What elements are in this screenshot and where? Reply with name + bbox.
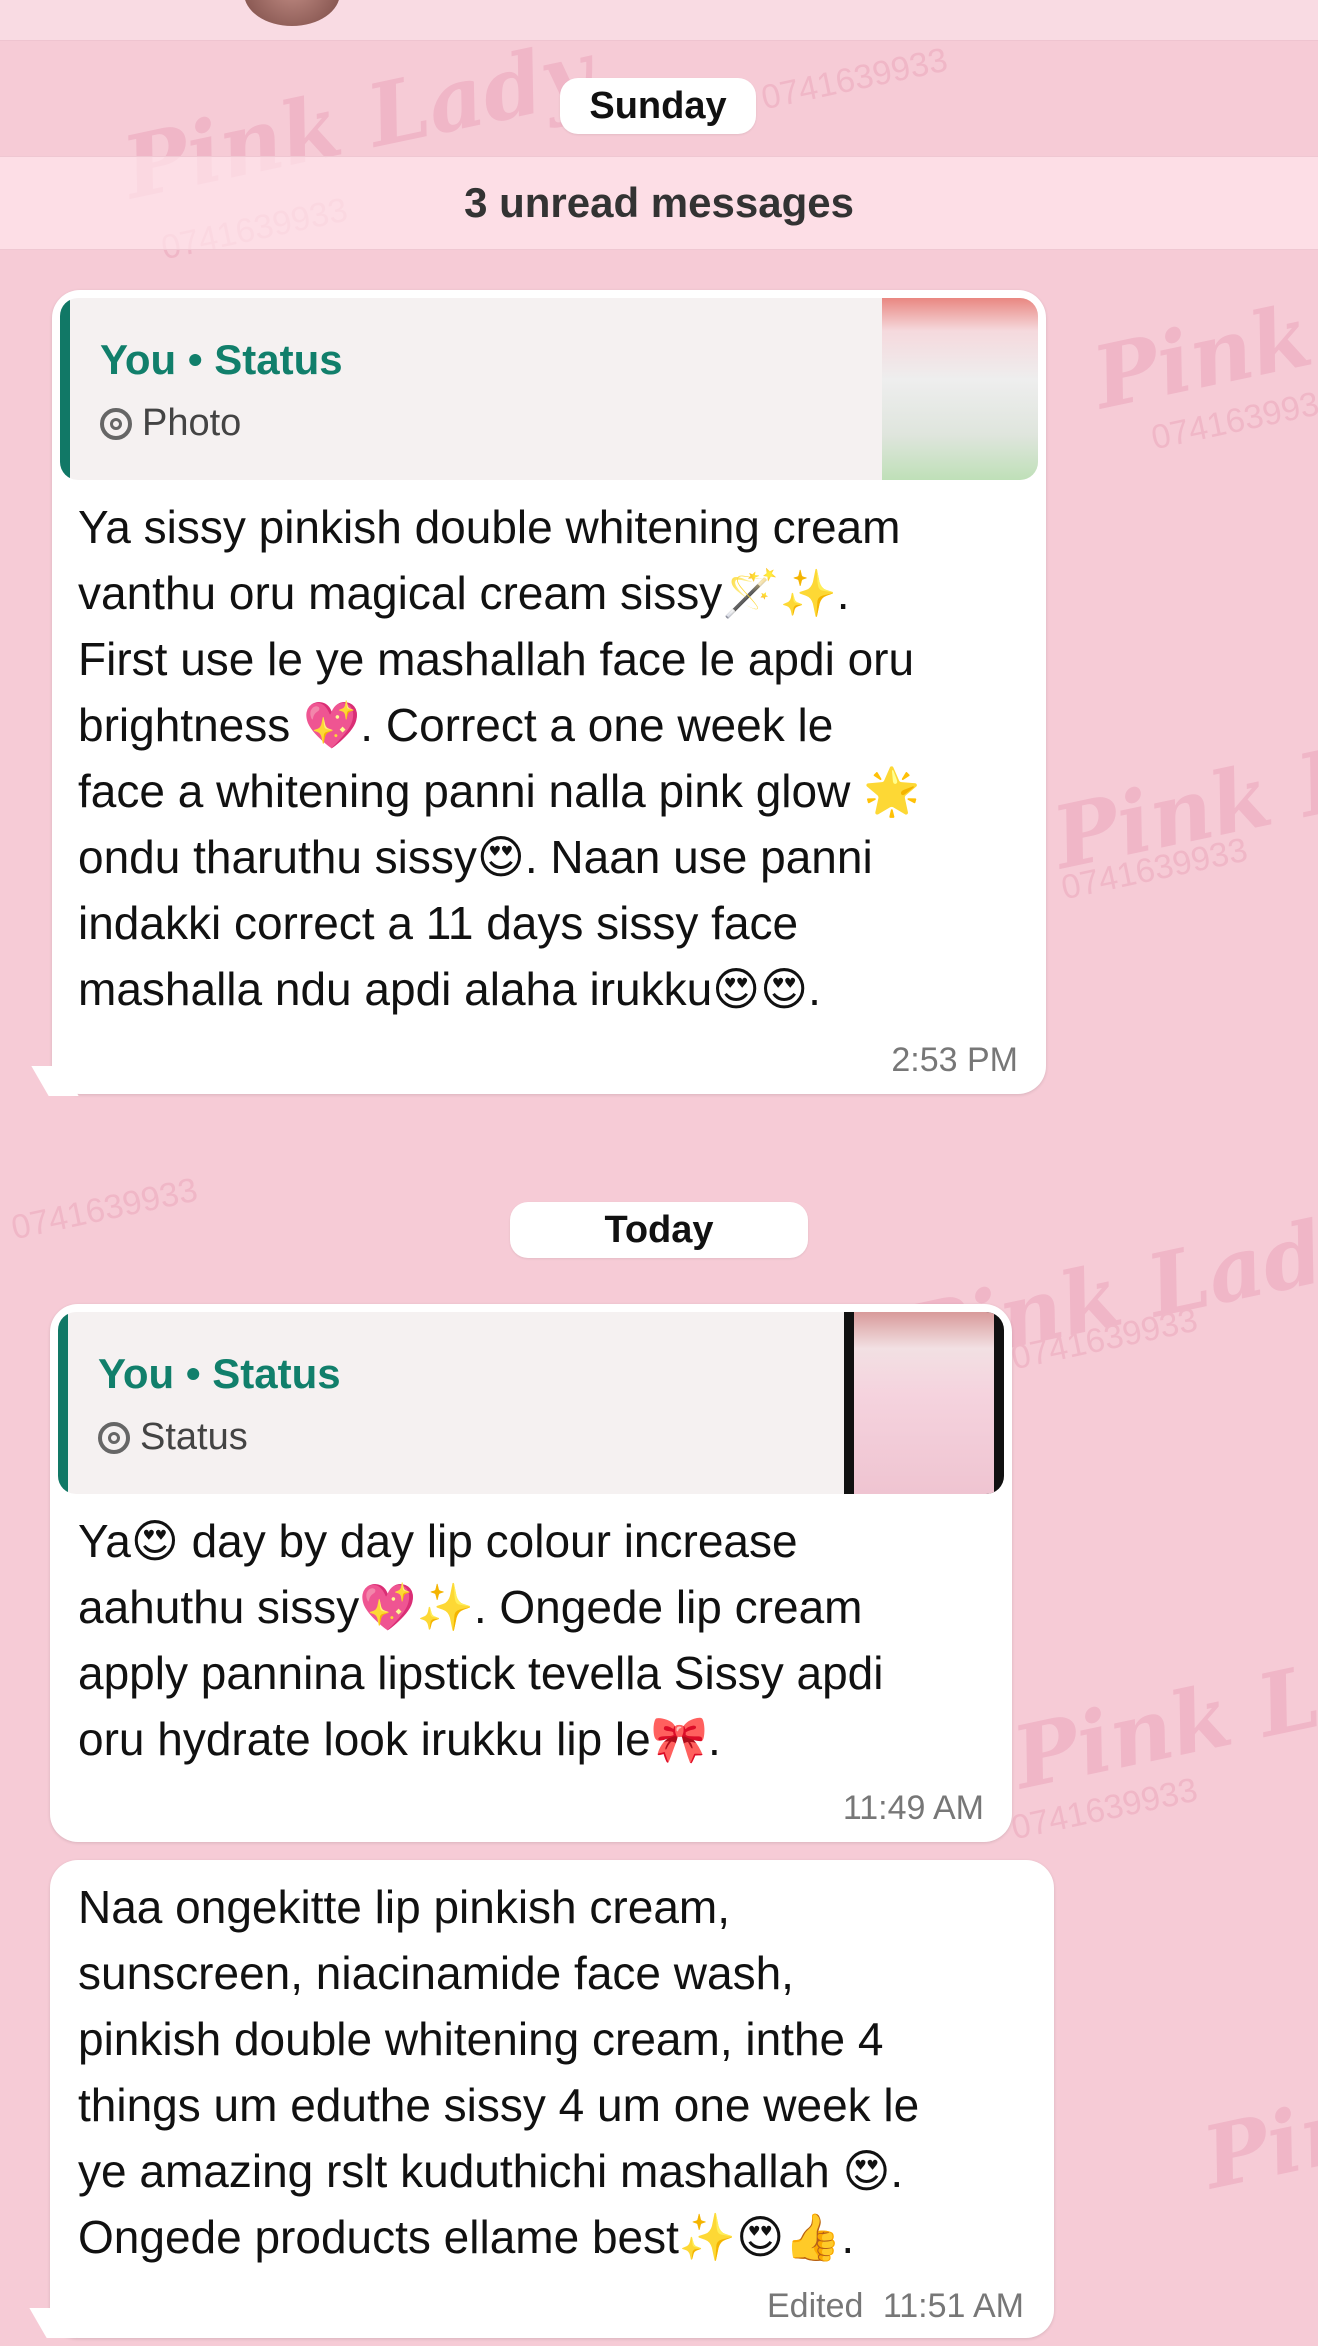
status-reply-quote[interactable]: You • Status Status: [58, 1312, 1004, 1494]
edited-label: Edited: [767, 2287, 864, 2325]
message-text: Ya😍 day by day lip colour increase aahut…: [78, 1515, 884, 1765]
message-timestamp: 11:51 AM: [882, 2287, 1024, 2325]
message-text: Naa ongekitte lip pinkish cream, sunscre…: [78, 1881, 920, 2263]
date-separator-today: Today: [510, 1202, 808, 1258]
quote-media-label: Photo: [142, 402, 242, 444]
quote-media-label: Status: [140, 1416, 248, 1458]
message-text: Ya sissy pinkish double whitening cream …: [78, 501, 921, 1015]
quote-media-row: Status: [98, 1416, 248, 1459]
status-icon: [100, 407, 132, 440]
avatar[interactable]: [244, 0, 340, 26]
status-photo-thumbnail[interactable]: [882, 298, 1038, 480]
status-thumbnail-content: [854, 1312, 994, 1494]
watermark-phone: 0741639933: [758, 40, 951, 118]
quote-accent-bar: [58, 1312, 68, 1494]
message-edited-timestamp: Edited 11:51 AM: [767, 2287, 1024, 2326]
status-reply-quote[interactable]: You • Status Photo: [60, 298, 1038, 480]
status-icon: [98, 1421, 130, 1454]
message-timestamp: 2:53 PM: [891, 1041, 1018, 1079]
message-bubble[interactable]: You • Status Photo Ya sissy pinkish doub…: [52, 290, 1046, 1094]
message-bubble[interactable]: You • Status Status Ya😍 day by day lip c…: [50, 1304, 1012, 1842]
watermark-brand: Pink Lady: [1194, 2012, 1318, 2210]
chat-header: [0, 0, 1318, 41]
unread-messages-banner: 3 unread messages: [0, 156, 1318, 250]
status-thumbnail[interactable]: [844, 1312, 1004, 1494]
quote-title: You • Status: [98, 1350, 341, 1397]
message-timestamp: 11:49 AM: [842, 1789, 984, 1827]
quote-accent-bar: [60, 298, 70, 480]
quote-media-row: Photo: [100, 402, 241, 445]
watermark-phone: 0741639933: [8, 1170, 201, 1248]
message-bubble[interactable]: Naa ongekitte lip pinkish cream, sunscre…: [50, 1860, 1054, 2338]
quote-title: You • Status: [100, 336, 343, 383]
date-separator-sunday: Sunday: [560, 78, 756, 134]
